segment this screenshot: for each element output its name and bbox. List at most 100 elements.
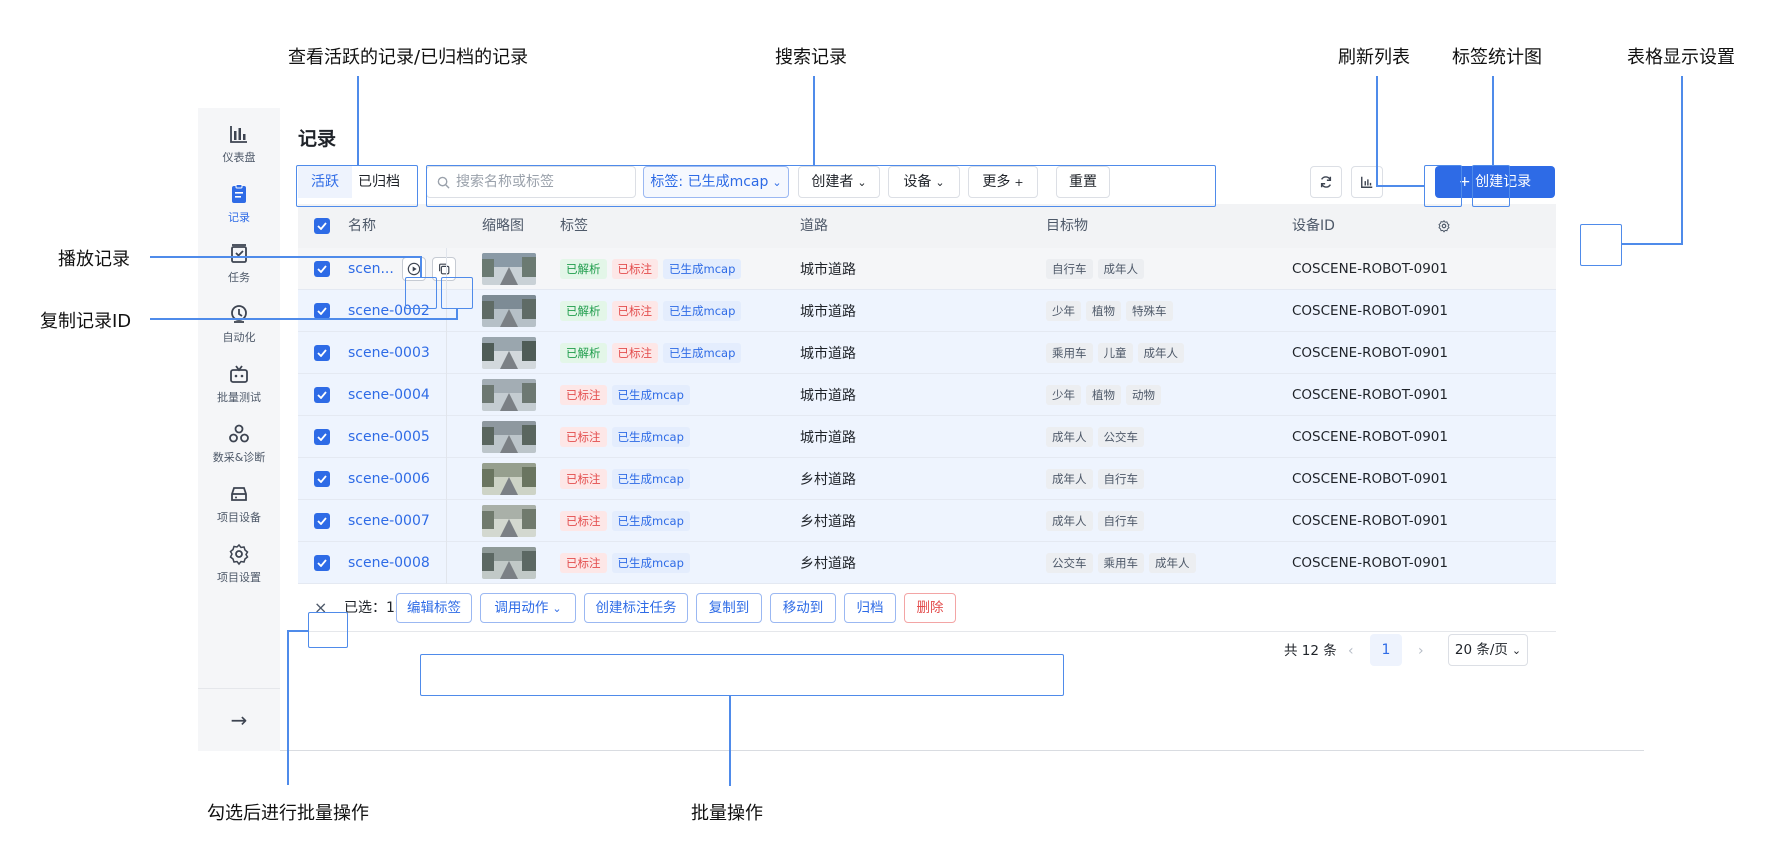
device-id-cell: COSCENE-ROBOT-0901 bbox=[1292, 345, 1448, 361]
record-name-link[interactable]: scene-0002 bbox=[348, 303, 430, 319]
prev-page-button[interactable]: ‹ bbox=[1348, 634, 1354, 668]
record-name-link[interactable]: scene-0004 bbox=[348, 387, 430, 403]
next-page-button[interactable]: › bbox=[1418, 634, 1424, 668]
table-row[interactable]: scene-0007 已标注 已生成mcap 乡村道路 成年人 自行车 COSCENE-RO… bbox=[298, 500, 1556, 542]
sidebar: 仪表盘 记录 任务 自动化 批量测试 数采&诊断 项目设备 项目设置 → bbox=[198, 108, 280, 751]
invoke-action-dropdown[interactable]: 调用动作 ⌄ bbox=[480, 593, 576, 623]
sidebar-item-label: 仪表盘 bbox=[222, 151, 256, 164]
col-header-targets[interactable]: 目标物 bbox=[1046, 204, 1088, 248]
sidebar-item-devices[interactable]: 项目设备 bbox=[198, 482, 280, 538]
search-input[interactable]: 搜索名称或标签 bbox=[426, 166, 636, 198]
tags-cell: 已标注 已生成mcap bbox=[560, 458, 695, 500]
target-tag: 成年人 bbox=[1046, 511, 1093, 531]
table-row[interactable]: scene-0003 已解析 已标注 已生成mcap 城市道路 乘用车 儿童 成年人 COSCE… bbox=[298, 332, 1556, 374]
col-header-name[interactable]: 名称 bbox=[348, 204, 376, 248]
annotation-line bbox=[150, 256, 422, 258]
record-thumbnail[interactable] bbox=[482, 295, 536, 327]
chevron-down-icon: ⌄ bbox=[857, 176, 867, 189]
filter-device-dropdown[interactable]: 设备 ⌄ bbox=[888, 166, 960, 198]
callout-table-settings: 表格显示设置 bbox=[1627, 47, 1735, 68]
sidebar-item-dashboard[interactable]: 仪表盘 bbox=[198, 122, 280, 178]
thumbnail-cell bbox=[482, 374, 536, 416]
sidebar-item-automation[interactable]: 自动化 bbox=[198, 302, 280, 358]
table-row[interactable]: scene-0002 已解析 已标注 已生成mcap 城市道路 少年 植物 特殊车 COSCEN… bbox=[298, 290, 1556, 332]
name-cell: scene-0004 bbox=[348, 374, 430, 416]
table-row[interactable]: scene-0008 已标注 已生成mcap 乡村道路 公交车 乘用车 成年人 COSCENE… bbox=[298, 542, 1556, 584]
record-name-link[interactable]: scene-0003 bbox=[348, 345, 430, 361]
record-name-link[interactable]: scen... bbox=[348, 261, 394, 277]
row-checkbox[interactable] bbox=[314, 458, 330, 500]
table-row[interactable]: scene-0005 已标注 已生成mcap 城市道路 成年人 公交车 COSCENE-RO… bbox=[298, 416, 1556, 458]
copy-id-button[interactable] bbox=[431, 257, 456, 281]
row-checkbox[interactable] bbox=[314, 542, 330, 584]
create-record-button[interactable]: + 创建记录 bbox=[1435, 166, 1555, 198]
delete-button[interactable]: 删除 bbox=[904, 593, 956, 623]
record-thumbnail[interactable] bbox=[482, 379, 536, 411]
record-tag: 已生成mcap bbox=[611, 427, 690, 447]
move-to-button[interactable]: 移动到 bbox=[770, 593, 836, 623]
tab-active[interactable]: 活跃 bbox=[298, 166, 352, 198]
filter-tag-dropdown[interactable]: 标签: 已生成mcap ⌄ bbox=[643, 166, 789, 198]
record-thumbnail[interactable] bbox=[482, 421, 536, 453]
table-row[interactable]: scen... 已解析 已标注 已生成mcap 城市道路 自行车 成年人 COSCENE-RO… bbox=[298, 248, 1556, 290]
select-all-checkbox[interactable] bbox=[314, 218, 330, 234]
record-thumbnail[interactable] bbox=[482, 547, 536, 579]
record-thumbnail[interactable] bbox=[482, 463, 536, 495]
edit-tags-button[interactable]: 编辑标签 bbox=[396, 593, 472, 623]
refresh-button[interactable] bbox=[1310, 166, 1342, 198]
sidebar-item-settings[interactable]: 项目设置 bbox=[198, 542, 280, 598]
record-name-link[interactable]: scene-0006 bbox=[348, 471, 430, 487]
callout-active-archived: 查看活跃的记录/已归档的记录 bbox=[288, 47, 529, 68]
sidebar-collapse-button[interactable]: → bbox=[198, 700, 280, 740]
filter-creator-dropdown[interactable]: 创建者 ⌄ bbox=[798, 166, 880, 198]
page-number-current[interactable]: 1 bbox=[1370, 634, 1402, 666]
col-header-device[interactable]: 设备ID bbox=[1292, 204, 1335, 248]
target-tag: 动物 bbox=[1126, 385, 1161, 405]
record-tag: 已标注 bbox=[560, 427, 607, 447]
play-record-button[interactable] bbox=[401, 257, 426, 281]
record-name-link[interactable]: scene-0005 bbox=[348, 429, 430, 445]
callout-search: 搜索记录 bbox=[775, 47, 847, 68]
record-thumbnail[interactable] bbox=[482, 337, 536, 369]
sidebar-item-records[interactable]: 记录 bbox=[198, 182, 280, 238]
reset-button[interactable]: 重置 bbox=[1056, 166, 1110, 198]
sidebar-item-tasks[interactable]: 任务 bbox=[198, 242, 280, 298]
row-checkbox[interactable] bbox=[314, 290, 330, 332]
target-tag: 少年 bbox=[1046, 301, 1081, 321]
tab-archived[interactable]: 已归档 bbox=[352, 166, 406, 198]
close-icon[interactable]: × bbox=[314, 584, 327, 632]
record-tag: 已生成mcap bbox=[611, 553, 690, 573]
record-name-link[interactable]: scene-0008 bbox=[348, 555, 430, 571]
record-tag: 已解析 bbox=[560, 301, 607, 321]
target-tag: 植物 bbox=[1086, 385, 1121, 405]
gear-icon bbox=[229, 543, 249, 566]
record-thumbnail[interactable] bbox=[482, 253, 536, 285]
chevron-down-icon: ⌄ bbox=[552, 602, 562, 615]
sidebar-item-label: 自动化 bbox=[222, 331, 256, 344]
col-header-tags[interactable]: 标签 bbox=[560, 204, 588, 248]
sidebar-item-diagnostics[interactable]: 数采&诊断 bbox=[198, 422, 280, 478]
row-checkbox[interactable] bbox=[314, 248, 330, 290]
sidebar-item-batch-test[interactable]: 批量测试 bbox=[198, 362, 280, 418]
search-placeholder: 搜索名称或标签 bbox=[456, 174, 554, 190]
page-size-select[interactable]: 20 条/页 ⌄ bbox=[1448, 634, 1528, 666]
row-checkbox[interactable] bbox=[314, 332, 330, 374]
tag-stats-button[interactable] bbox=[1351, 166, 1383, 198]
row-checkbox[interactable] bbox=[314, 374, 330, 416]
row-checkbox[interactable] bbox=[314, 416, 330, 458]
target-tag: 儿童 bbox=[1097, 343, 1133, 363]
table-row[interactable]: scene-0004 已标注 已生成mcap 城市道路 少年 植物 动物 COSCENE-RO… bbox=[298, 374, 1556, 416]
record-thumbnail[interactable] bbox=[482, 505, 536, 537]
archive-button[interactable]: 归档 bbox=[844, 593, 896, 623]
table-row[interactable]: scene-0006 已标注 已生成mcap 乡村道路 成年人 自行车 COSCENE-RO… bbox=[298, 458, 1556, 500]
tags-cell: 已标注 已生成mcap bbox=[560, 542, 695, 584]
annotation-line bbox=[287, 630, 289, 785]
filter-more-button[interactable]: 更多 + bbox=[968, 166, 1038, 198]
col-header-road[interactable]: 道路 bbox=[800, 204, 828, 248]
record-name-link[interactable]: scene-0007 bbox=[348, 513, 430, 529]
chart-bar-icon bbox=[230, 126, 247, 143]
table-settings-button[interactable] bbox=[1428, 210, 1460, 242]
copy-to-button[interactable]: 复制到 bbox=[696, 593, 762, 623]
create-label-task-button[interactable]: 创建标注任务 bbox=[584, 593, 688, 623]
row-checkbox[interactable] bbox=[314, 500, 330, 542]
